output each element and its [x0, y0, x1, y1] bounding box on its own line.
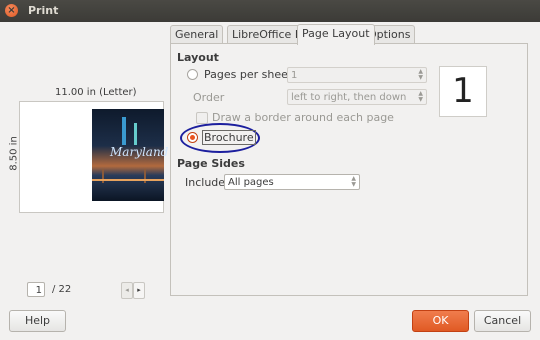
include-select[interactable]: All pages ▲ ▼ — [224, 174, 360, 190]
cover-decoration — [122, 117, 126, 145]
ok-button[interactable]: OK — [412, 310, 469, 332]
order-label: Order — [193, 91, 225, 104]
page-preview: Maryland — [19, 101, 168, 213]
layout-heading: Layout — [177, 51, 219, 64]
next-page-button[interactable]: ▸ — [133, 282, 145, 299]
close-icon[interactable]: × — [5, 4, 18, 17]
pages-per-sheet-preview: 1 — [439, 66, 487, 117]
spinner-icon: ▲ ▼ — [351, 175, 356, 188]
pages-per-sheet-label: Pages per sheet — [204, 68, 293, 81]
border-checkbox[interactable] — [196, 112, 208, 124]
pages-per-sheet-value: 1 — [291, 70, 298, 81]
brochure-label: Brochure — [202, 130, 256, 145]
window-title: Print — [28, 4, 59, 17]
help-button[interactable]: Help — [9, 310, 66, 332]
order-value: left to right, then down — [291, 92, 407, 103]
pages-per-sheet-select[interactable]: 1 ▲ ▼ — [287, 67, 427, 83]
paper-height-label: 8.50 in — [8, 136, 20, 171]
cover-decoration — [92, 179, 164, 181]
brochure-radio[interactable] — [187, 132, 198, 143]
border-label: Draw a border around each page — [212, 111, 394, 124]
cover-decoration — [134, 123, 137, 145]
spinner-icon: ▲ ▼ — [418, 90, 423, 103]
title-bar: × Print — [0, 0, 540, 22]
page-sides-heading: Page Sides — [177, 157, 245, 170]
order-select[interactable]: left to right, then down ▲ ▼ — [287, 89, 427, 105]
tab-page-layout[interactable]: Page Layout — [297, 24, 375, 45]
include-label: Include — [185, 176, 226, 189]
previous-page-button[interactable]: ◂ — [121, 282, 133, 299]
include-value: All pages — [228, 177, 274, 188]
page-total: / 22 — [52, 284, 72, 295]
page-number-input[interactable]: 1 — [27, 282, 45, 297]
cancel-button[interactable]: Cancel — [474, 310, 531, 332]
spinner-icon: ▲ ▼ — [418, 68, 423, 81]
cover-title: Maryland — [110, 145, 169, 159]
paper-width-label: 11.00 in (Letter) — [55, 87, 137, 98]
pages-per-sheet-radio[interactable] — [187, 69, 198, 80]
cover-image: Maryland — [92, 109, 168, 201]
tab-general[interactable]: General — [170, 25, 224, 44]
